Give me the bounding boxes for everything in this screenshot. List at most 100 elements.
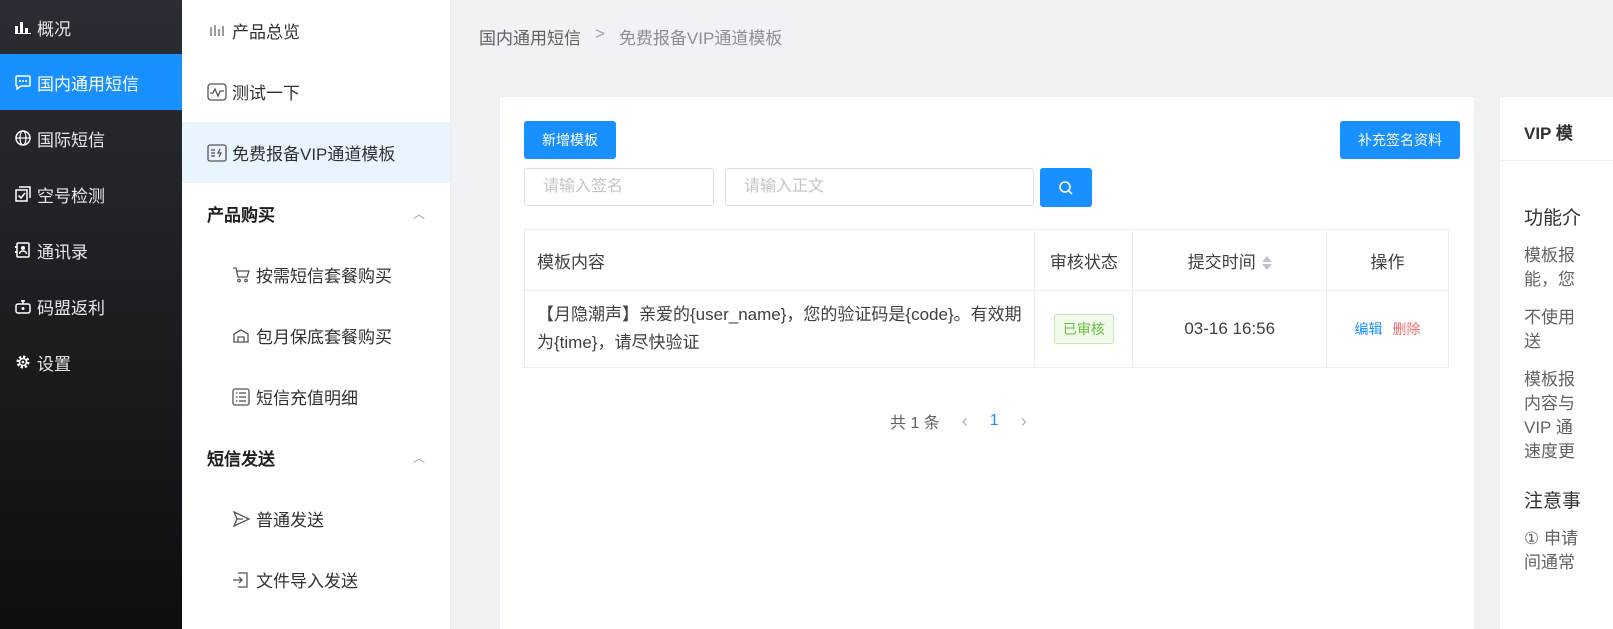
operations-cell: 编辑 删除 <box>1326 290 1449 368</box>
submenu-item-normal-send[interactable]: 普通发送 <box>182 488 450 549</box>
page-number[interactable]: 1 <box>990 412 999 430</box>
pagination-total: 共 1 条 <box>890 415 940 432</box>
column-header-content: 模板内容 <box>523 229 1036 291</box>
vip-info-line: 速度更 <box>1524 442 1575 461</box>
column-header-status: 审核状态 <box>1034 229 1134 291</box>
pulse-icon <box>207 82 227 102</box>
vip-info-section-feature: 功能介 <box>1524 208 1582 229</box>
add-template-button[interactable]: 新增模板 <box>524 121 616 159</box>
chevron-up-icon: ︿ <box>412 207 425 221</box>
nav-item-label: 设置 <box>37 354 71 374</box>
nav-item-domestic-sms[interactable]: 国内通用短信 <box>0 54 182 110</box>
main-content: 国内通用短信 > 免费报备VIP通道模板 新增模板 补充签名资料 模板内容 审核… <box>451 0 1613 629</box>
prev-page-icon[interactable]: ‹ <box>962 411 968 432</box>
supplement-signature-button[interactable]: 补充签名资料 <box>1340 121 1460 159</box>
vip-info-section-notes: 注意事 <box>1524 491 1582 512</box>
vip-info-paragraph: 模板报 内容与 VIP 通 速度更 <box>1524 368 1613 464</box>
vip-info-line: 模板报 <box>1524 246 1575 265</box>
pagination: 共 1 条 ‹ 1 › <box>890 409 1049 433</box>
send-icon <box>231 509 251 529</box>
edit-link[interactable]: 编辑 <box>1355 321 1383 337</box>
template-content-cell: 【月隐潮声】亲爱的{user_name}，您的验证码是{code}。有效期为{t… <box>523 290 1036 368</box>
status-cell: 已审核 <box>1034 290 1134 368</box>
submenu-group-label: 产品购买 <box>207 206 275 225</box>
nav-item-label: 空号检测 <box>37 186 105 206</box>
nav-item-settings[interactable]: 设置 <box>0 334 182 390</box>
list-icon <box>231 387 251 407</box>
nav-item-intl-sms[interactable]: 国际短信 <box>0 110 182 166</box>
vip-info-panel: VIP 模 功能介 模板报 能，您 不使用 送 模板报 内容与 VIP 通 速度… <box>1499 96 1613 629</box>
vip-info-body: 功能介 模板报 能，您 不使用 送 模板报 内容与 VIP 通 速度更 注意事 <box>1500 203 1613 575</box>
search-icon <box>1059 180 1073 195</box>
vip-info-line: 内容与 <box>1524 394 1575 413</box>
nav-item-label: 码盟返利 <box>37 298 105 318</box>
table-row: 【月隐潮声】亲爱的{user_name}，您的验证码是{code}。有效期为{t… <box>523 290 1449 368</box>
next-page-icon[interactable]: › <box>1021 411 1027 432</box>
submenu-item-file-send[interactable]: 文件导入发送 <box>182 549 450 610</box>
template-table: 模板内容 审核状态 提交时间 操作 【月隐潮声】亲爱的{user_name}，您… <box>523 229 1449 368</box>
breadcrumb-parent[interactable]: 国内通用短信 <box>479 24 581 49</box>
nav-item-label: 国际短信 <box>37 130 105 150</box>
rebate-icon <box>14 297 32 315</box>
globe-icon <box>14 129 32 147</box>
sort-icon[interactable] <box>1261 256 1272 271</box>
submenu-item-recharge-details[interactable]: 短信充值明细 <box>182 366 450 427</box>
nav-item-label: 通讯录 <box>37 242 88 262</box>
vip-info-line: ① 申请 <box>1524 529 1578 548</box>
submenu-label: 短信充值明细 <box>256 389 358 408</box>
overview-icon <box>207 21 227 41</box>
vip-info-paragraph: ① 申请 间通常 <box>1524 527 1613 575</box>
submenu-item-buy-monthly[interactable]: 包月保底套餐购买 <box>182 305 450 366</box>
signature-search-input[interactable] <box>524 168 714 206</box>
submenu-label: 产品总览 <box>232 23 300 42</box>
sub-sidebar: 产品总览 测试一下 免费报备VIP通道模板 产品购买 ︿ 按需短信套餐购买 包月… <box>182 0 451 629</box>
package-icon <box>231 326 251 346</box>
nav-item-label: 国内通用短信 <box>37 74 139 94</box>
submit-time-cell: 03-16 16:56 <box>1132 290 1328 368</box>
submenu-group-send[interactable]: 短信发送 ︿ <box>182 427 450 488</box>
submenu-item-overview[interactable]: 产品总览 <box>182 0 450 61</box>
column-header-ops: 操作 <box>1326 229 1449 291</box>
delete-link[interactable]: 删除 <box>1393 321 1421 337</box>
nav-item-overview[interactable]: 概况 <box>0 0 182 54</box>
nav-item-label: 概况 <box>37 19 71 39</box>
template-icon <box>207 143 227 163</box>
app-root: 概况 国内通用短信 国际短信 空号检测 通讯录 码盟返利 设置 产品总览 测试一… <box>0 0 1613 629</box>
gear-icon <box>14 353 32 371</box>
content-search-input[interactable] <box>725 168 1034 206</box>
submenu-item-buy-on-demand[interactable]: 按需短信套餐购买 <box>182 244 450 305</box>
column-header-time-label: 提交时间 <box>1187 252 1256 272</box>
breadcrumb: 国内通用短信 > 免费报备VIP通道模板 <box>479 24 782 49</box>
message-icon <box>14 73 32 91</box>
nav-item-contacts[interactable]: 通讯录 <box>0 222 182 278</box>
contacts-icon <box>14 241 32 259</box>
vip-info-title: VIP 模 <box>1500 97 1613 161</box>
submenu-label: 文件导入发送 <box>256 572 358 591</box>
nav-item-empty-check[interactable]: 空号检测 <box>0 166 182 222</box>
breadcrumb-current: 免费报备VIP通道模板 <box>618 29 783 48</box>
vip-info-line: 间通常 <box>1524 553 1575 572</box>
vip-info-paragraph: 模板报 能，您 <box>1524 244 1613 292</box>
submenu-label: 免费报备VIP通道模板 <box>232 145 396 164</box>
vip-info-line: 送 <box>1524 332 1541 351</box>
submenu-item-vip-template[interactable]: 免费报备VIP通道模板 <box>182 122 450 183</box>
column-header-time[interactable]: 提交时间 <box>1132 229 1328 291</box>
submenu-group-buy[interactable]: 产品购买 ︿ <box>182 183 450 244</box>
table-header-row: 模板内容 审核状态 提交时间 操作 <box>523 229 1449 291</box>
submenu-label: 包月保底套餐购买 <box>256 328 392 347</box>
search-button[interactable] <box>1040 168 1092 207</box>
submenu-group-label: 短信发送 <box>207 450 275 469</box>
cart-icon <box>231 265 251 285</box>
status-badge: 已审核 <box>1053 314 1114 344</box>
nav-item-rebate[interactable]: 码盟返利 <box>0 278 182 334</box>
submenu-label: 测试一下 <box>232 84 300 103</box>
vip-info-line: 模板报 <box>1524 370 1575 389</box>
submenu-label: 按需短信套餐购买 <box>256 267 392 286</box>
submenu-label: 普通发送 <box>256 511 324 530</box>
bar-chart-icon <box>14 18 32 36</box>
vip-info-paragraph: 不使用 送 <box>1524 306 1613 354</box>
vip-info-line: 不使用 <box>1524 308 1575 327</box>
submenu-item-test[interactable]: 测试一下 <box>182 61 450 122</box>
vip-info-line: 能，您 <box>1524 270 1575 289</box>
import-icon <box>231 570 251 590</box>
